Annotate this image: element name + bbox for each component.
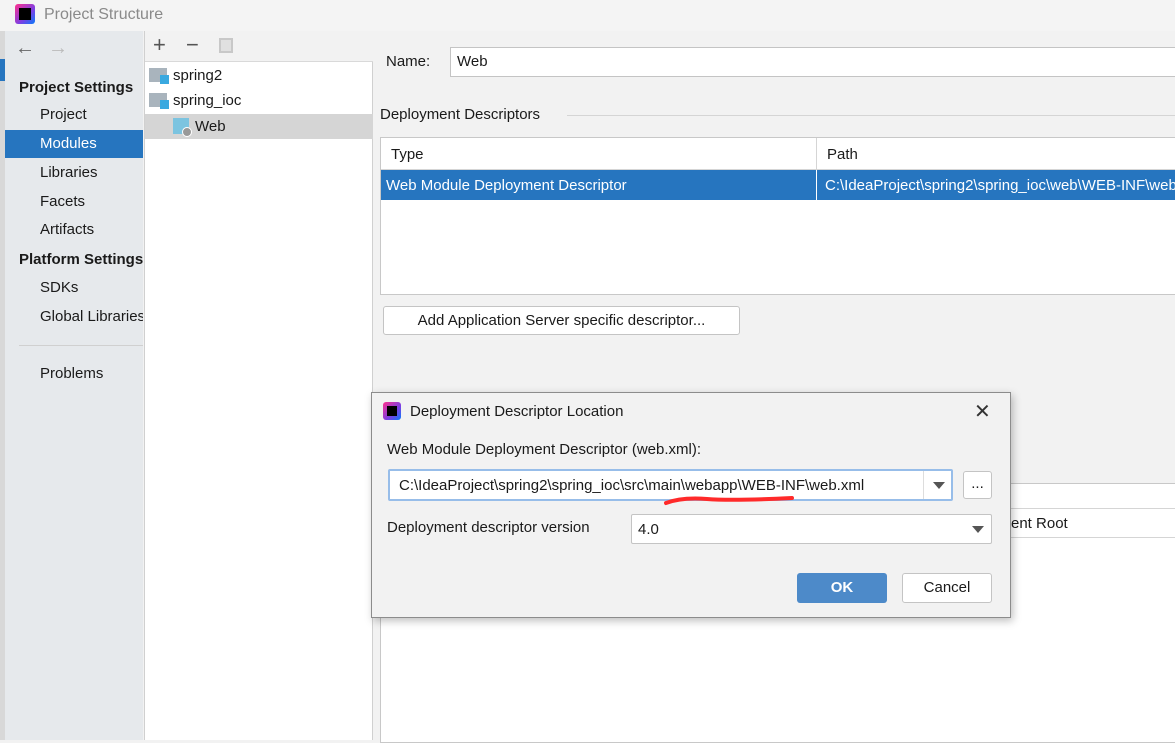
intellij-logo-icon (383, 402, 401, 420)
deployment-descriptors-title: Deployment Descriptors (380, 106, 541, 123)
forward-arrow-icon[interactable]: → (48, 37, 68, 60)
sidebar-item-project[interactable]: Project (5, 101, 143, 129)
back-arrow-icon[interactable]: ← (15, 37, 35, 60)
close-icon[interactable]: ✕ (974, 399, 991, 424)
descriptors-table: Type Path Web Module Deployment Descript… (380, 137, 1175, 295)
cell-path: C:\IdeaProject\spring2\spring_ioc\web\WE… (825, 177, 1175, 194)
tree-item-web[interactable]: Web (145, 114, 373, 139)
dialog-title: Deployment Descriptor Location (410, 403, 624, 420)
remove-icon[interactable]: − (186, 32, 199, 58)
column-web-resource-root[interactable]: ent Root (1011, 515, 1068, 532)
version-select[interactable]: 4.0 (631, 514, 992, 544)
red-annotation-underline (664, 496, 794, 505)
ok-button[interactable]: OK (797, 573, 887, 603)
column-path[interactable]: Path (827, 146, 858, 163)
table-header: Type Path (381, 138, 1175, 170)
path-label: Web Module Deployment Descriptor (web.xm… (387, 441, 701, 458)
modules-toolbar: + − (145, 31, 373, 62)
title-bar: Project Structure (0, 0, 1175, 31)
browse-button[interactable]: ... (963, 471, 992, 499)
tree-label: Web (195, 118, 226, 135)
version-label: Deployment descriptor version (387, 519, 590, 536)
name-label: Name: (386, 53, 431, 70)
table-row[interactable]: Web Module Deployment Descriptor C:\Idea… (381, 170, 1175, 200)
sidebar-item-sdks[interactable]: SDKs (5, 274, 143, 302)
version-value: 4.0 (638, 521, 659, 538)
add-server-descriptor-button[interactable]: Add Application Server specific descript… (383, 306, 740, 335)
divider (19, 345, 143, 346)
deployment-descriptor-dialog: Deployment Descriptor Location ✕ Web Mod… (371, 392, 1011, 618)
divider (567, 115, 1175, 116)
module-folder-icon (149, 68, 169, 84)
chevron-down-icon[interactable] (972, 526, 984, 533)
add-icon[interactable]: + (153, 32, 166, 58)
sidebar: ← → Project Settings Project Modules Lib… (5, 31, 143, 740)
tree-item-spring2[interactable]: spring2 (145, 63, 373, 88)
section-platform-settings: Platform Settings (19, 251, 143, 268)
chevron-down-icon[interactable] (933, 482, 945, 489)
cell-type: Web Module Deployment Descriptor (386, 177, 627, 194)
modules-panel: + − spring2 spring_ioc Web (144, 31, 373, 740)
path-value[interactable]: C:\IdeaProject\spring2\spring_ioc\src\ma… (399, 477, 864, 494)
sidebar-item-facets[interactable]: Facets (5, 188, 143, 216)
sidebar-item-libraries[interactable]: Libraries (5, 159, 143, 187)
cancel-button[interactable]: Cancel (902, 573, 992, 603)
web-facet-icon (173, 118, 192, 137)
column-type[interactable]: Type (391, 146, 424, 163)
tree-label: spring_ioc (173, 92, 242, 109)
tree-item-spring-ioc[interactable]: spring_ioc (145, 88, 373, 113)
module-folder-icon (149, 93, 169, 109)
tree-label: spring2 (173, 67, 223, 84)
window-title: Project Structure (44, 6, 164, 23)
copy-icon[interactable] (219, 38, 233, 53)
sidebar-item-global-libraries[interactable]: Global Libraries (5, 303, 143, 331)
intellij-logo-icon (15, 4, 35, 24)
sidebar-item-problems[interactable]: Problems (5, 360, 143, 388)
name-input[interactable]: Web (450, 47, 1175, 77)
sidebar-item-artifacts[interactable]: Artifacts (5, 216, 143, 244)
section-project-settings: Project Settings (19, 79, 134, 96)
sidebar-item-modules[interactable]: Modules (5, 130, 143, 158)
